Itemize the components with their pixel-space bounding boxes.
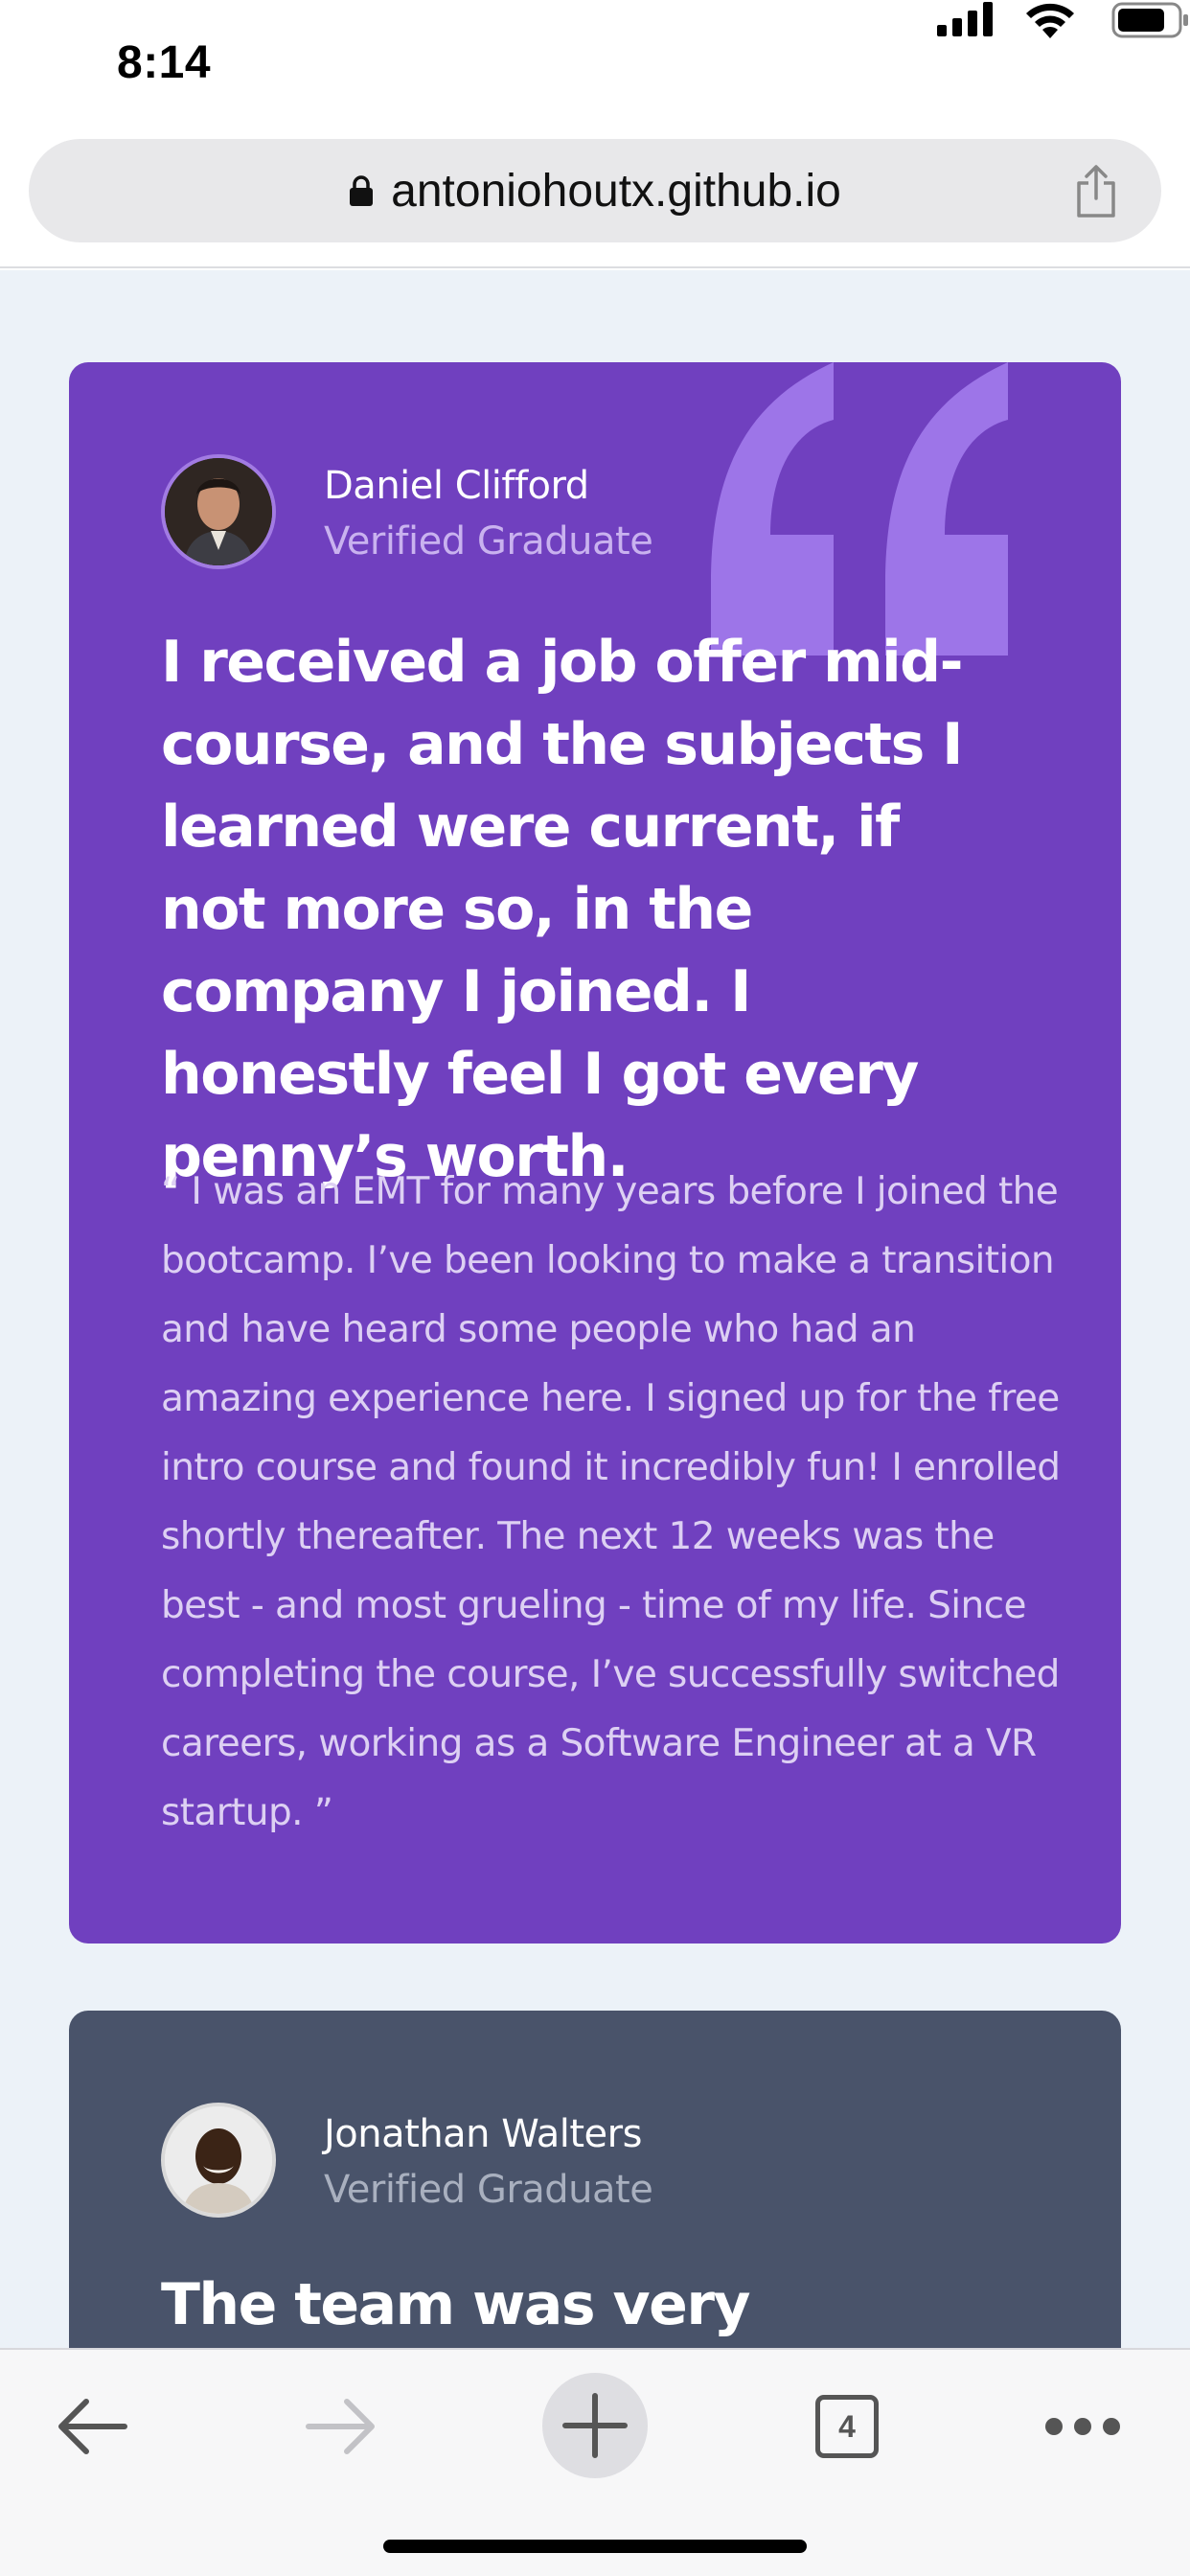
quotation-mark-icon xyxy=(711,362,1008,656)
home-indicator[interactable] xyxy=(383,2540,807,2553)
testimonial-card: Jonathan Walters Verified Graduate The t… xyxy=(69,2011,1121,2348)
avatar xyxy=(161,454,276,569)
lock-icon xyxy=(350,175,374,206)
more-icon xyxy=(1045,2418,1120,2435)
url-text: antoniohoutx.github.io xyxy=(391,165,841,217)
tab-count: 4 xyxy=(838,2408,856,2444)
testimonial-headline: I received a job offer mid-course, and t… xyxy=(161,629,964,1190)
testimonial-body: “ I was an EMT for many years before I j… xyxy=(161,1170,1061,1834)
plus-icon xyxy=(562,2393,628,2458)
author-name: Jonathan Walters xyxy=(324,2112,642,2156)
address-bar[interactable]: antoniohoutx.github.io xyxy=(29,139,1161,242)
status-time: 8:14 xyxy=(117,37,212,88)
author-role: Verified Graduate xyxy=(324,519,653,564)
back-button[interactable] xyxy=(34,2369,149,2484)
new-tab-button[interactable] xyxy=(542,2373,648,2478)
forward-arrow-icon xyxy=(306,2399,375,2454)
more-button[interactable] xyxy=(1025,2369,1140,2484)
signal-icon xyxy=(937,2,993,36)
tabs-button[interactable]: 4 xyxy=(790,2369,904,2484)
testimonial-card: Daniel Clifford Verified Graduate I rece… xyxy=(69,362,1121,1944)
web-page-content: Daniel Clifford Verified Graduate I rece… xyxy=(0,270,1190,2348)
avatar xyxy=(161,2103,276,2218)
status-bar: 8:14 xyxy=(0,0,1190,129)
tabs-icon: 4 xyxy=(815,2395,879,2458)
author-role: Verified Graduate xyxy=(324,2168,653,2212)
wifi-icon xyxy=(1026,3,1074,38)
address-bar-area: antoniohoutx.github.io xyxy=(0,129,1190,268)
back-arrow-icon xyxy=(58,2399,127,2454)
share-icon[interactable] xyxy=(1073,164,1119,219)
testimonial-headline: The team was very supportive xyxy=(161,2271,751,2338)
forward-button[interactable] xyxy=(284,2369,399,2484)
battery-icon xyxy=(1111,2,1188,38)
author-name: Daniel Clifford xyxy=(324,464,589,508)
